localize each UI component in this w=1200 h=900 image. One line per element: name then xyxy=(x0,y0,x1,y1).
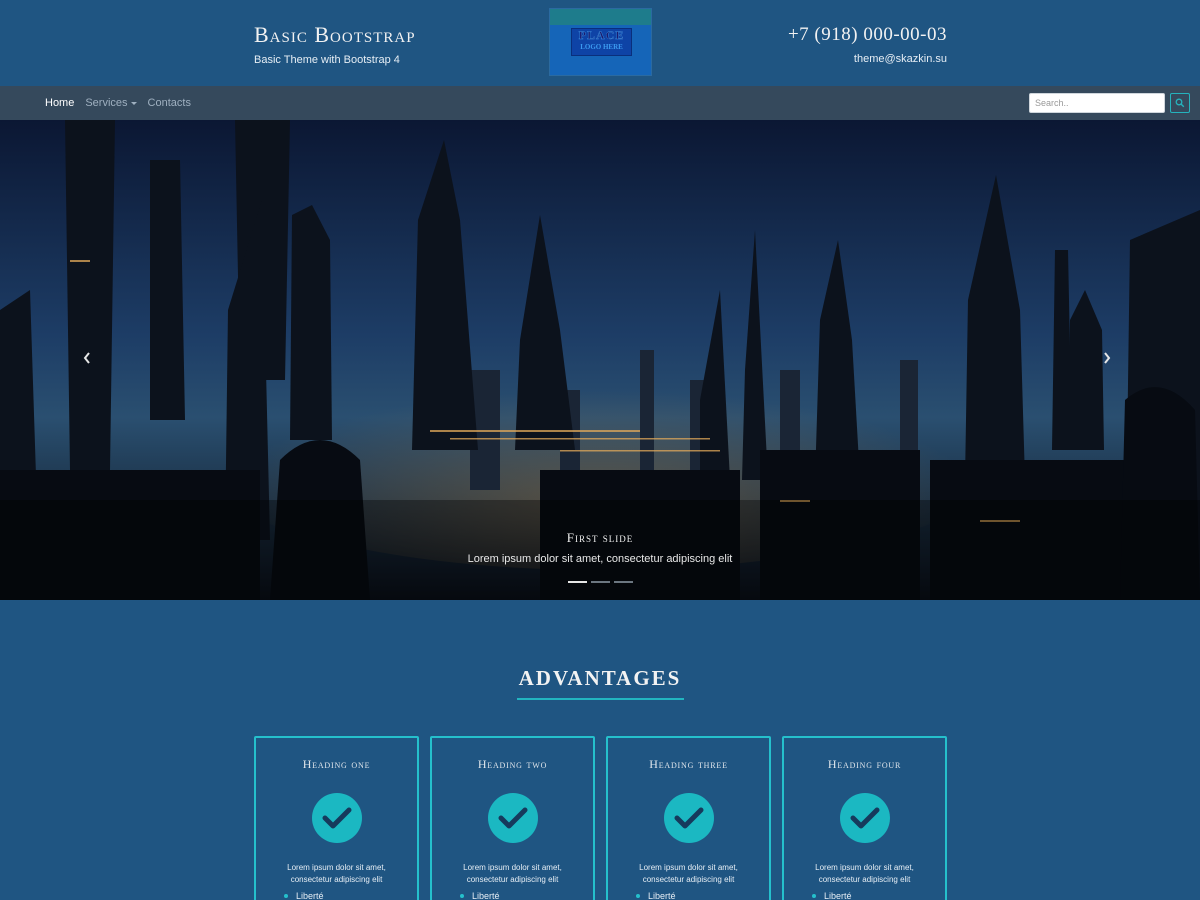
carousel-indicator-1[interactable] xyxy=(568,581,587,583)
bullet-icon xyxy=(460,894,464,898)
card-list-item: Liberté xyxy=(460,891,500,900)
advantage-card: Heading one Lorem ipsum dolor sit amet, … xyxy=(254,736,419,900)
brand[interactable]: Basic Bootstrap Basic Theme with Bootstr… xyxy=(254,22,416,66)
slide-title: First slide xyxy=(566,530,634,545)
card-list-label: Liberté xyxy=(824,891,852,900)
hero-carousel: First slide Lorem ipsum dolor sit amet, … xyxy=(0,120,1200,600)
nav-item-services[interactable]: Services xyxy=(85,97,137,109)
advantages-title: ADVANTAGES xyxy=(518,666,682,690)
checkmark-icon xyxy=(487,793,538,843)
advantage-card: Heading three Lorem ipsum dolor sit amet… xyxy=(606,736,771,900)
card-text: Lorem ipsum dolor sit amet, consectetur … xyxy=(639,863,738,884)
nav-item-home[interactable]: Home xyxy=(45,97,74,109)
advantages-cards: Heading one Lorem ipsum dolor sit amet, … xyxy=(254,736,947,900)
slide-caption: First slide Lorem ipsum dolor sit amet, … xyxy=(0,530,1200,565)
title-underline xyxy=(517,698,684,700)
bullet-icon xyxy=(812,894,816,898)
email-link[interactable]: theme@skazkin.su xyxy=(788,53,947,65)
chevron-left-icon xyxy=(83,352,90,364)
card-text: Lorem ipsum dolor sit amet, consectetur … xyxy=(463,863,562,884)
carousel-next-button[interactable] xyxy=(1103,352,1117,368)
card-heading: Heading three xyxy=(649,757,728,771)
navbar: Home Services Contacts xyxy=(0,86,1200,120)
card-list-label: Liberté xyxy=(648,891,676,900)
carousel-indicators xyxy=(568,581,633,583)
logo-line-2: LOGO HERE xyxy=(580,43,623,51)
checkmark-icon xyxy=(663,793,714,843)
site-header: Basic Bootstrap Basic Theme with Bootstr… xyxy=(0,0,1200,86)
card-text: Lorem ipsum dolor sit amet, consectetur … xyxy=(287,863,386,884)
slide-text: Lorem ipsum dolor sit amet, consectetur … xyxy=(467,553,733,565)
search-icon xyxy=(1175,98,1185,108)
site-title[interactable]: Basic Bootstrap xyxy=(254,22,416,48)
advantage-card: Heading four Lorem ipsum dolor sit amet,… xyxy=(782,736,947,900)
phone-number[interactable]: +7 (918) 000-00-03 xyxy=(788,24,947,46)
card-list-item: Liberté xyxy=(636,891,676,900)
site-subtitle: Basic Theme with Bootstrap 4 xyxy=(254,54,400,66)
logo-line-1: PLACE xyxy=(578,28,625,42)
card-heading: Heading one xyxy=(302,757,371,771)
carousel-prev-button[interactable] xyxy=(83,352,97,368)
card-heading: Heading four xyxy=(827,757,902,771)
search-input[interactable] xyxy=(1029,93,1165,113)
checkmark-icon xyxy=(311,793,362,843)
contact-info: +7 (918) 000-00-03 theme@skazkin.su xyxy=(788,24,947,65)
bullet-icon xyxy=(284,894,288,898)
card-text: Lorem ipsum dolor sit amet, consectetur … xyxy=(815,863,914,884)
carousel-indicator-3[interactable] xyxy=(614,581,633,583)
card-heading: Heading two xyxy=(477,757,548,771)
search-button[interactable] xyxy=(1170,93,1190,113)
nav-item-services-label: Services xyxy=(85,97,128,109)
card-list-item: Liberté xyxy=(812,891,852,900)
nav-item-contacts[interactable]: Contacts xyxy=(148,97,191,109)
card-list-label: Liberté xyxy=(472,891,500,900)
card-list-item: Liberté xyxy=(284,891,324,900)
logo-badge: PLACE LOGO HERE xyxy=(571,28,632,56)
chevron-right-icon xyxy=(1104,352,1111,364)
advantage-card: Heading two Lorem ipsum dolor sit amet, … xyxy=(430,736,595,900)
nav-menu: Home Services Contacts xyxy=(45,97,191,109)
card-list-label: Liberté xyxy=(296,891,324,900)
logo[interactable]: PLACE LOGO HERE xyxy=(549,8,652,76)
checkmark-icon xyxy=(839,793,890,843)
carousel-indicator-2[interactable] xyxy=(591,581,610,583)
slide-image-city-skyline xyxy=(0,120,1200,600)
bullet-icon xyxy=(636,894,640,898)
caret-down-icon xyxy=(130,101,137,105)
